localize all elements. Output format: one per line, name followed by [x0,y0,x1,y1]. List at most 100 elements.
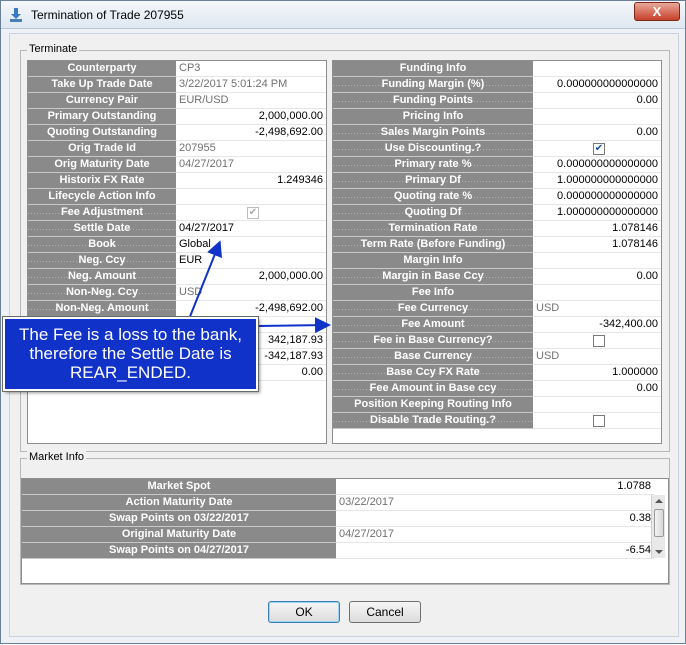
terminate-left-row-label: Currency Pair [28,93,176,109]
terminate-left-row-value[interactable]: USD [176,285,326,301]
terminate-right-row: Position Keeping Routing Info [333,397,661,413]
terminate-left-row-value[interactable]: Global [176,237,326,253]
terminate-left-row-label: Orig Maturity Date [28,157,176,173]
terminate-right-row-value[interactable]: USD [533,301,661,317]
terminate-left-row: Non-Neg. Amount -2,498,692.00 [28,301,326,317]
terminate-right-row-value[interactable]: 1.000000 [533,365,661,381]
cancel-button[interactable]: Cancel [349,601,421,623]
terminate-right-row-value[interactable] [533,61,661,77]
terminate-left-row-value[interactable]: 2,000,000.00 [176,109,326,125]
terminate-right-row-value[interactable]: 0.00 [533,93,661,109]
market-row-value[interactable]: 0.38 [336,511,654,527]
terminate-left-row: Settle Date 04/27/2017 [28,221,326,237]
download-icon [10,8,22,22]
market-scrollbar[interactable] [651,495,665,558]
terminate-left-row-label: Settle Date [28,221,176,237]
terminate-right-row: Funding Info [333,61,661,77]
terminate-right-row: Base Ccy FX Rate 1.000000 [333,365,661,381]
terminate-left-row-value[interactable]: 1.249346 [176,173,326,189]
terminate-left-row: Currency Pair EUR/USD [28,93,326,109]
scroll-down-icon[interactable] [652,546,666,558]
terminate-left-row-value[interactable]: 04/27/2017 [176,157,326,173]
terminate-left-row-label: Non-Neg. Amount [28,301,176,317]
scroll-thumb[interactable] [654,509,664,537]
terminate-left-row-label: Non-Neg. Ccy [28,285,176,301]
terminate-left-row: Take Up Trade Date 3/22/2017 5:01:24 PM [28,77,326,93]
terminate-left-row: Lifecycle Action Info [28,189,326,205]
terminate-left-row-value[interactable]: 3/22/2017 5:01:24 PM [176,77,326,93]
terminate-right-row: Primary Df 1.000000000000000 [333,173,661,189]
terminate-left-row: Neg. Ccy EUR [28,253,326,269]
terminate-right-row: Pricing Info [333,109,661,125]
terminate-left-row: Counterparty CP3 [28,61,326,77]
terminate-right-row: Use Discounting.? ✔ [333,141,661,157]
terminate-right-row: Fee Currency USD [333,301,661,317]
terminate-right-row: Primary rate % 0.000000000000000 [333,157,661,173]
close-button[interactable]: X [634,2,680,21]
terminate-right-row-value[interactable]: -342,400.00 [533,317,661,333]
terminate-right-row-value[interactable]: 0.000000000000000 [533,157,661,173]
market-row-value[interactable]: 1.0788 [336,479,654,495]
market-row-value[interactable]: 03/22/2017 [336,495,654,511]
terminate-right-row-label: Use Discounting.? [333,141,533,157]
terminate-right-row-label: Base Currency [333,349,533,365]
market-row-value[interactable]: -6.54 [336,543,654,559]
terminate-right-row-value[interactable]: 0.000000000000000 [533,189,661,205]
terminate-right-checkbox[interactable] [593,415,605,427]
terminate-right-row-value[interactable]: 1.078146 [533,221,661,237]
terminate-left-row-label: Primary Outstanding [28,109,176,125]
terminate-right-row-value[interactable] [533,253,661,269]
market-row: Original Maturity Date 04/27/2017 [22,527,668,543]
terminate-right-row: Funding Margin (%) 0.000000000000000 [333,77,661,93]
terminate-right-row-value[interactable] [533,285,661,301]
title-bar: Termination of Trade 207955 X [1,1,685,29]
terminate-right-row-label: Fee Currency [333,301,533,317]
terminate-right-row: Fee Amount -342,400.00 [333,317,661,333]
market-info-group-label: Market Info [27,451,87,463]
terminate-right-row-value[interactable]: 1.000000000000000 [533,205,661,221]
terminate-right-row-value[interactable]: 1.078146 [533,237,661,253]
terminate-left-row-value[interactable]: EUR/USD [176,93,326,109]
terminate-right-row: Sales Margin Points 0.00 [333,125,661,141]
terminate-right-row-value[interactable]: 0.000000000000000 [533,77,661,93]
terminate-left-row-label: Historix FX Rate [28,173,176,189]
terminate-left-row-value[interactable]: 04/27/2017 [176,221,326,237]
terminate-right-row-value[interactable]: 0.00 [533,381,661,397]
terminate-left-row: Book Global [28,237,326,253]
terminate-left-row-value[interactable]: 207955 [176,141,326,157]
terminate-left-row-label: Lifecycle Action Info [28,189,176,205]
market-row: Action Maturity Date 03/22/2017 [22,495,668,511]
terminate-right-row-label: Sales Margin Points [333,125,533,141]
terminate-right-row-label: Termination Rate [333,221,533,237]
terminate-left-row-value[interactable]: CP3 [176,61,326,77]
terminate-right-row: Fee Info [333,285,661,301]
callout-box: The Fee is a loss to the bank, therefore… [3,317,258,391]
terminate-left-row-value[interactable]: -2,498,692.00 [176,125,326,141]
terminate-right-row-value[interactable]: 0.00 [533,269,661,285]
terminate-right-row-value[interactable] [533,397,661,413]
terminate-right-checkbox[interactable] [593,335,605,347]
terminate-left-checkbox[interactable]: ✔ [247,207,259,219]
terminate-left-row: Quoting Outstanding -2,498,692.00 [28,125,326,141]
terminate-left-row-value[interactable]: 2,000,000.00 [176,269,326,285]
terminate-right-checkbox[interactable]: ✔ [593,143,605,155]
terminate-left-row-label: Counterparty [28,61,176,77]
terminate-left-row: Primary Outstanding 2,000,000.00 [28,109,326,125]
terminate-right-row-value[interactable]: 1.000000000000000 [533,173,661,189]
terminate-right-row-value[interactable] [533,109,661,125]
terminate-right-row-value[interactable]: USD [533,349,661,365]
terminate-left-row-value[interactable]: EUR [176,253,326,269]
terminate-left-row-label: Orig Trade Id [28,141,176,157]
terminate-right-row-value[interactable]: 0.00 [533,125,661,141]
terminate-right-row-label: Funding Margin (%) [333,77,533,93]
market-row: Market Spot 1.0788 [22,479,668,495]
terminate-right-row: Term Rate (Before Funding) 1.078146 [333,237,661,253]
terminate-left-row-value[interactable]: -2,498,692.00 [176,301,326,317]
terminate-group: Terminate Counterparty CP3 Take Up Trade D… [20,43,670,452]
ok-button[interactable]: OK [268,601,340,623]
terminate-right-row: Quoting Df 1.000000000000000 [333,205,661,221]
scroll-up-icon[interactable] [652,495,666,507]
market-row: Swap Points on 04/27/2017 -6.54 [22,543,668,559]
market-row-value[interactable]: 04/27/2017 [336,527,654,543]
terminate-left-row-value[interactable] [176,189,326,205]
